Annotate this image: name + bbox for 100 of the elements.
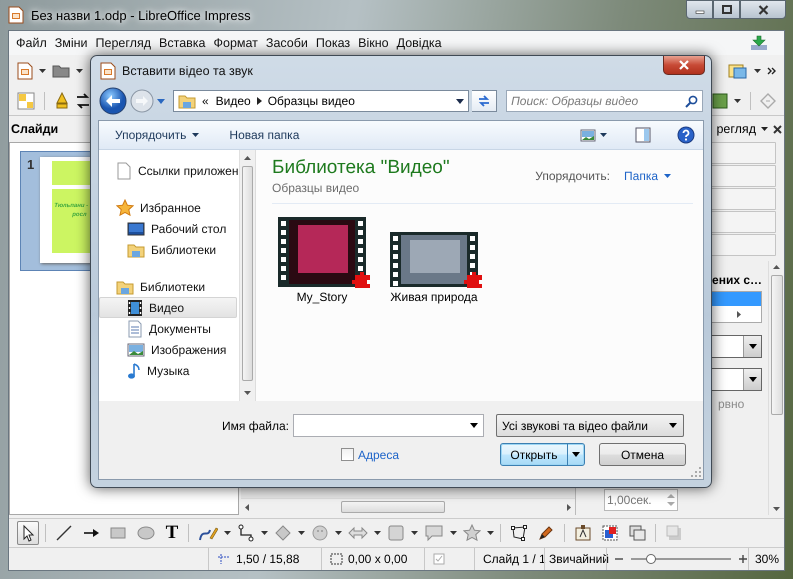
- duration-spinner[interactable]: 1,00сек.: [604, 489, 678, 511]
- scroll-left-icon[interactable]: [245, 504, 249, 510]
- refresh-button[interactable]: [472, 90, 498, 112]
- menu-item[interactable]: Перегляд: [92, 36, 156, 50]
- menu-item[interactable]: Вставка: [155, 36, 210, 50]
- nav-item[interactable]: Библиотеки: [99, 276, 237, 297]
- maximize-button[interactable]: [713, 0, 740, 19]
- zoom-in-icon[interactable]: [739, 555, 747, 563]
- dialog-button[interactable]: Отмена: [599, 443, 686, 466]
- caret-icon[interactable]: [76, 69, 83, 73]
- pen-icon[interactable]: [54, 92, 70, 110]
- search-field[interactable]: Поиск: Образцы видео: [506, 90, 703, 112]
- caret-icon[interactable]: [374, 531, 381, 535]
- arrange-dropdown[interactable]: Папка: [624, 169, 671, 183]
- video-thumbnail[interactable]: [390, 232, 478, 287]
- nav-item[interactable]: Музыка: [99, 360, 237, 381]
- menu-item[interactable]: Зміни: [50, 36, 92, 50]
- resize-grip-icon[interactable]: [691, 467, 701, 477]
- swap-arrows-icon[interactable]: [76, 93, 90, 109]
- nav-item[interactable]: Библиотеки: [99, 239, 237, 260]
- library-subtitle: Образцы видео: [272, 181, 360, 195]
- file-name[interactable]: My_Story: [296, 290, 348, 304]
- dropdown-caret-icon[interactable]: [470, 423, 478, 428]
- minimize-button[interactable]: [686, 0, 713, 19]
- caret-icon[interactable]: [754, 69, 761, 73]
- scroll-down-icon[interactable]: [244, 391, 251, 395]
- caret-icon[interactable]: [335, 531, 342, 535]
- organize-button[interactable]: Упорядочить: [107, 125, 208, 145]
- menu-item[interactable]: Файл: [12, 36, 51, 50]
- caret-icon[interactable]: [224, 531, 231, 535]
- view-icon[interactable]: [580, 128, 596, 142]
- caret-icon[interactable]: [487, 531, 494, 535]
- address-checkbox[interactable]: [341, 448, 354, 461]
- caret-icon[interactable]: [39, 69, 46, 73]
- scrollbar-thumb[interactable]: [242, 166, 253, 381]
- address-link[interactable]: Адреса: [358, 448, 400, 462]
- help-icon[interactable]: [677, 126, 695, 144]
- scroll-up-icon[interactable]: [773, 265, 780, 269]
- tool-button[interactable]: [17, 521, 39, 545]
- breadcrumb-item[interactable]: Видео: [214, 94, 252, 108]
- overflow-chevron[interactable]: «: [200, 94, 210, 108]
- close-button[interactable]: [663, 56, 705, 75]
- scroll-down-icon[interactable]: [773, 507, 780, 511]
- caret-icon[interactable]: [411, 531, 418, 535]
- dialog-button[interactable]: Открыть: [500, 443, 585, 466]
- presentation-document-icon[interactable]: [100, 62, 116, 80]
- shape-fill-icon[interactable]: [712, 93, 728, 109]
- menu-item[interactable]: Показ: [312, 36, 354, 50]
- scrollbar-thumb[interactable]: [770, 275, 782, 415]
- zoom-slider[interactable]: [631, 554, 731, 564]
- more-chevron-icon[interactable]: [767, 67, 776, 75]
- caret-icon[interactable]: [600, 133, 607, 137]
- tool-button[interactable]: T: [162, 521, 182, 545]
- section-title: ених с…: [711, 273, 763, 287]
- new-folder-button[interactable]: Новая папка: [221, 125, 308, 145]
- scroll-right-icon[interactable]: [567, 504, 571, 510]
- caret-icon[interactable]: [734, 99, 741, 103]
- file-name[interactable]: Живая природа: [390, 290, 478, 304]
- option-label: рвно: [717, 397, 746, 411]
- document-icon: [116, 162, 132, 180]
- download-icon[interactable]: [750, 35, 768, 51]
- menu-item[interactable]: Довідка: [392, 36, 446, 50]
- address-bar[interactable]: « Видео Образцы видео: [172, 90, 469, 112]
- close-button[interactable]: [740, 0, 786, 19]
- nav-item[interactable]: Видео: [99, 297, 237, 318]
- breadcrumb-separator-icon: [256, 97, 262, 105]
- new-presentation-icon[interactable]: [17, 62, 33, 80]
- maximize-icon: [722, 5, 732, 14]
- scroll-up-icon[interactable]: [244, 156, 251, 160]
- app-icon[interactable]: [8, 6, 24, 24]
- zoom-slider-thumb[interactable]: [646, 554, 656, 564]
- caret-icon[interactable]: [761, 127, 768, 131]
- nav-item[interactable]: Избранное: [99, 197, 237, 218]
- menu-item[interactable]: Формат: [210, 36, 262, 50]
- line-icon: [55, 524, 73, 542]
- slide-icon[interactable]: [728, 62, 748, 80]
- video-thumbnail[interactable]: [278, 217, 366, 287]
- smiley-icon: [311, 524, 329, 542]
- preview-pane-icon[interactable]: [635, 127, 651, 143]
- caret-icon[interactable]: [298, 531, 305, 535]
- nav-item[interactable]: Документы: [99, 318, 237, 339]
- nav-item[interactable]: Ссылки приложен: [99, 160, 237, 181]
- history-caret-icon[interactable]: [157, 98, 165, 104]
- caret-icon[interactable]: [261, 531, 268, 535]
- menu-item[interactable]: Вікно: [354, 36, 393, 50]
- scrollbar-thumb[interactable]: [341, 501, 445, 513]
- caret-icon[interactable]: [450, 531, 457, 535]
- window-title: Без назви 1.odp - LibreOffice Impress: [31, 8, 251, 22]
- dropdown-caret-icon[interactable]: [456, 98, 464, 104]
- file-name-field[interactable]: [293, 414, 484, 437]
- nav-item[interactable]: Изображения: [99, 339, 237, 360]
- nav-item[interactable]: Рабочий стол: [99, 218, 237, 239]
- caret-icon[interactable]: [192, 133, 200, 137]
- layout-icon[interactable]: [17, 92, 35, 110]
- menu-item[interactable]: Засоби: [262, 36, 312, 50]
- breadcrumb-item[interactable]: Образцы видео: [266, 94, 356, 108]
- folder-icon[interactable]: [52, 64, 70, 78]
- back-button[interactable]: [99, 87, 127, 115]
- file-type-dropdown[interactable]: Усі звукові та відео файли: [496, 414, 684, 437]
- close-icon[interactable]: [773, 124, 782, 134]
